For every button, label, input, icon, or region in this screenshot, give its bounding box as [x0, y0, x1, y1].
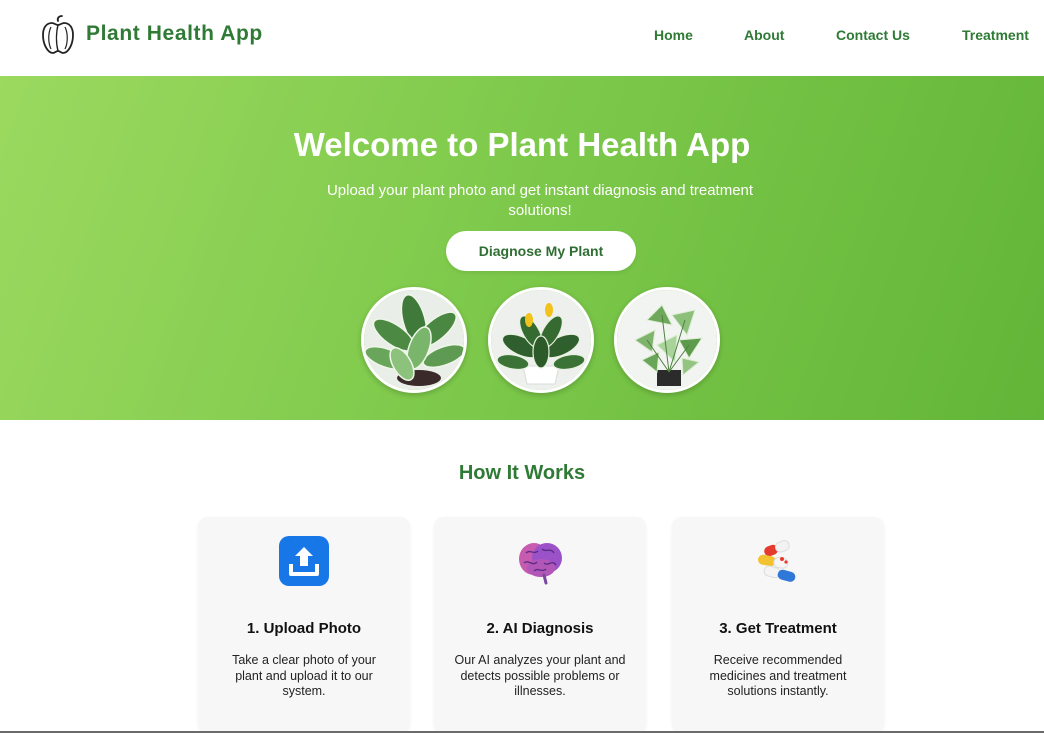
zebra-plant-photo — [488, 287, 594, 393]
step-title: 1. Upload Photo — [246, 620, 362, 637]
step-description: Take a clear photo of your plant and upl… — [232, 653, 376, 698]
step-title: 2. AI Diagnosis — [486, 620, 594, 637]
nav-home-link[interactable]: Home — [654, 27, 693, 43]
hero-section: Welcome to Plant Health App Upload your … — [0, 76, 1044, 420]
hero-subtitle: Upload your plant photo and get instant … — [326, 182, 754, 219]
upload-icon — [278, 535, 330, 589]
how-it-works-title: How It Works — [458, 462, 586, 484]
step-title: 3. Get Treatment — [719, 620, 837, 637]
brand-name[interactable]: Plant Health App — [86, 22, 263, 46]
dieffenbachia-plant-photo — [361, 287, 467, 393]
pills-icon — [752, 535, 804, 589]
step-card-treatment: 3. Get Treatment Receive recommended med… — [672, 517, 884, 733]
nav-treatment-link[interactable]: Treatment — [962, 27, 1029, 43]
step-description: Receive recommended medicines and treatm… — [709, 653, 847, 698]
brain-icon — [514, 535, 566, 589]
step-description: Our AI analyzes your plant and detects p… — [454, 653, 626, 698]
step-card-diagnosis: 2. AI Diagnosis Our AI analyzes your pla… — [434, 517, 646, 733]
top-header: Plant Health App Home About Contact Us T… — [0, 0, 1044, 76]
syngonium-plant-photo — [614, 287, 720, 393]
step-card-upload: 1. Upload Photo Take a clear photo of yo… — [198, 517, 410, 733]
hero-title: Welcome to Plant Health App — [293, 126, 751, 163]
nav-contact-link[interactable]: Contact Us — [836, 27, 910, 43]
bell-pepper-icon[interactable] — [40, 15, 76, 55]
nav-about-link[interactable]: About — [744, 27, 784, 43]
diagnose-my-plant-button[interactable]: Diagnose My Plant — [446, 231, 636, 271]
